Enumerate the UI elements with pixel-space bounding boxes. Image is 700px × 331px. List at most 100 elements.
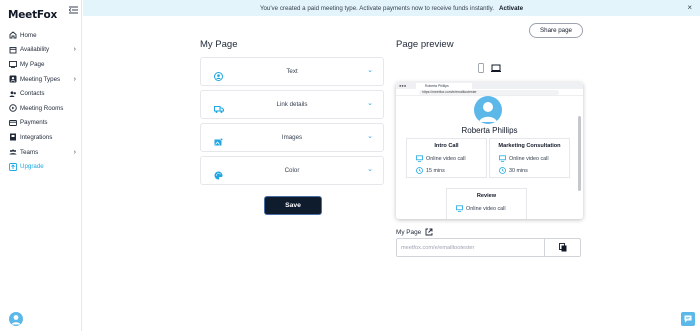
chevron-down-icon: ⌄ xyxy=(367,133,373,140)
browser-url: https://meetfox.com/e/emailtootester xyxy=(419,90,559,95)
event-location-text: Online video call xyxy=(509,155,549,162)
copy-icon xyxy=(558,243,567,252)
event-location-text: Online video call xyxy=(466,205,506,212)
event-card-review[interactable]: Review Online video call xyxy=(446,188,527,219)
sidebar-item-label: Contacts xyxy=(20,90,45,98)
preview-scrollbar[interactable] xyxy=(578,116,581,191)
save-button[interactable]: Save xyxy=(265,197,321,214)
sidebar-item-label: Availability xyxy=(20,46,50,54)
chevron-down-icon: ⌄ xyxy=(367,166,373,173)
clock-icon xyxy=(499,167,506,174)
chevron-down-icon: ⌄ xyxy=(367,67,373,74)
activate-link[interactable]: Activate xyxy=(499,5,523,12)
chat-button[interactable] xyxy=(681,312,695,326)
chevron-down-icon: ⌄ xyxy=(367,100,373,107)
event-location: Online video call xyxy=(456,205,506,212)
section-label: Text xyxy=(286,68,298,75)
page-preview-title: Page preview xyxy=(396,39,454,50)
close-banner-icon[interactable]: × xyxy=(687,3,692,12)
teams-icon xyxy=(8,148,17,157)
sidebar-item-label: Meeting Rooms xyxy=(20,104,64,112)
chevron-right-icon: › xyxy=(73,148,76,156)
event-location: Online video call xyxy=(416,155,466,162)
section-label: Color xyxy=(284,167,300,174)
clock-icon xyxy=(416,167,423,174)
desktop-view-icon[interactable] xyxy=(491,60,501,72)
sidebar: MeetFox Home Availability › My Page Meet… xyxy=(0,0,82,331)
sidebar-item-label: Payments xyxy=(20,119,48,127)
sidebar-item-payments[interactable]: Payments xyxy=(8,116,80,131)
window-controls-icon: ●●● xyxy=(399,83,407,88)
sidebar-item-home[interactable]: Home xyxy=(8,28,80,43)
my-page-link-value: meetfox.com/e/emailtootester xyxy=(401,245,475,251)
section-link-details[interactable]: Link details ⌄ xyxy=(200,90,384,119)
chat-icon xyxy=(684,315,692,323)
contacts-icon xyxy=(8,89,17,98)
event-duration: 30 mins xyxy=(499,167,528,174)
payments-banner: You've created a paid meeting type. Acti… xyxy=(83,0,700,16)
event-location-text: Online video call xyxy=(426,155,466,162)
sidebar-item-my-page[interactable]: My Page xyxy=(8,57,80,72)
chevron-right-icon: › xyxy=(73,75,76,83)
my-page-link-label: My Page xyxy=(396,228,422,236)
browser-address-bar: https://meetfox.com/e/emailtootester xyxy=(396,89,583,96)
sidebar-item-upgrade[interactable]: Upgrade xyxy=(8,159,80,174)
section-color[interactable]: Color ⌄ xyxy=(200,156,384,185)
event-duration-text: 30 mins xyxy=(509,167,528,174)
preview-avatar xyxy=(474,96,502,124)
logo-row: MeetFox xyxy=(8,5,78,21)
my-page-link-field[interactable]: meetfox.com/e/emailtootester xyxy=(396,238,581,257)
my-page-title: My Page xyxy=(200,39,238,50)
sidebar-item-meeting-rooms[interactable]: Meeting Rooms xyxy=(8,101,80,116)
monitor-icon xyxy=(499,155,506,162)
sidebar-item-teams[interactable]: Teams › xyxy=(8,145,80,160)
app-root: MeetFox Home Availability › My Page Meet… xyxy=(0,0,700,331)
section-images[interactable]: Images ⌄ xyxy=(200,123,384,152)
event-location: Online video call xyxy=(499,155,549,162)
sidebar-item-label: Teams xyxy=(20,148,39,156)
sidebar-item-availability[interactable]: Availability › xyxy=(8,43,80,58)
monitor-icon xyxy=(416,155,423,162)
sidebar-item-label: Home xyxy=(20,31,37,39)
sidebar-item-label: Integrations xyxy=(20,133,53,141)
preview-browser: ●●● Roberta Phillips https://meetfox.com… xyxy=(396,82,583,219)
event-duration-text: 15 mins xyxy=(426,167,445,174)
meetfox-logo[interactable]: MeetFox xyxy=(8,9,57,21)
monitor-icon xyxy=(456,205,463,212)
section-label: Link details xyxy=(276,101,308,108)
mobile-view-icon[interactable] xyxy=(477,60,487,73)
sidebar-item-meeting-types[interactable]: Meeting Types › xyxy=(8,72,80,87)
event-title: Intro Call xyxy=(434,143,459,149)
external-link-icon[interactable] xyxy=(425,228,433,236)
sidebar-item-contacts[interactable]: Contacts xyxy=(8,86,80,101)
my-page-link-label-row: My Page xyxy=(396,228,433,236)
meeting-rooms-icon xyxy=(8,104,17,113)
preview-name: Roberta Phillips xyxy=(461,126,518,135)
meeting-types-icon xyxy=(8,75,17,84)
collapse-sidebar-icon[interactable] xyxy=(68,6,78,16)
preview-content: Roberta Phillips Intro Call Online video… xyxy=(396,96,583,219)
user-avatar[interactable] xyxy=(9,312,23,326)
sidebar-item-label: Upgrade xyxy=(20,163,44,171)
event-title: Review xyxy=(476,193,497,199)
event-card-marketing-consultation[interactable]: Marketing Consultation Online video call… xyxy=(489,138,570,178)
sidebar-item-label: Meeting Types xyxy=(20,75,61,83)
calendar-icon xyxy=(8,45,17,54)
copy-link-button[interactable] xyxy=(544,239,580,256)
browser-tab-bar: ●●● Roberta Phillips xyxy=(396,82,583,89)
share-page-button[interactable]: Share page xyxy=(529,23,583,38)
upgrade-icon xyxy=(8,162,17,171)
payments-icon xyxy=(8,118,17,127)
sidebar-item-integrations[interactable]: Integrations xyxy=(8,130,80,145)
event-title: Marketing Consultation xyxy=(498,143,561,149)
sidebar-item-label: My Page xyxy=(20,60,45,68)
chevron-right-icon: › xyxy=(73,46,76,54)
integrations-icon xyxy=(8,133,17,142)
home-icon xyxy=(8,31,17,40)
event-card-intro-call[interactable]: Intro Call Online video call 15 mins xyxy=(406,138,487,178)
page-icon xyxy=(8,60,17,69)
banner-message: You've created a paid meeting type. Acti… xyxy=(259,4,494,12)
section-text[interactable]: Text ⌄ xyxy=(200,57,384,86)
section-label: Images xyxy=(281,134,303,141)
event-duration: 15 mins xyxy=(416,167,445,174)
